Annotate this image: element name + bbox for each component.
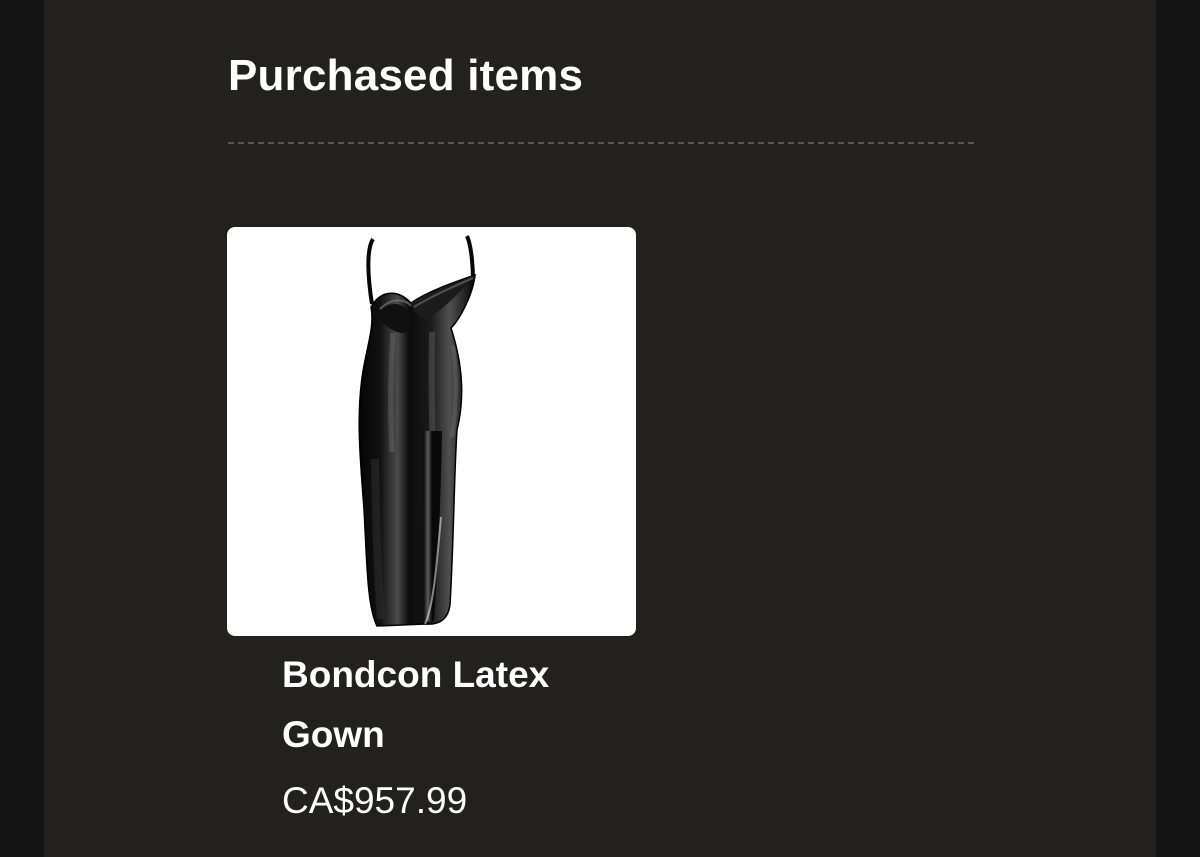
black-latex-gown-image xyxy=(358,235,476,627)
page: Purchased items Bondcon Latex Gown CA$95… xyxy=(0,0,1200,857)
product-price: CA$957.99 xyxy=(282,780,468,821)
section-title: Purchased items xyxy=(228,51,584,100)
product-card[interactable]: Bondcon Latex Gown CA$957.99 xyxy=(227,227,636,821)
dashed-divider xyxy=(228,142,974,144)
product-image[interactable] xyxy=(227,227,636,636)
product-name[interactable]: Bondcon Latex Gown xyxy=(282,645,602,765)
